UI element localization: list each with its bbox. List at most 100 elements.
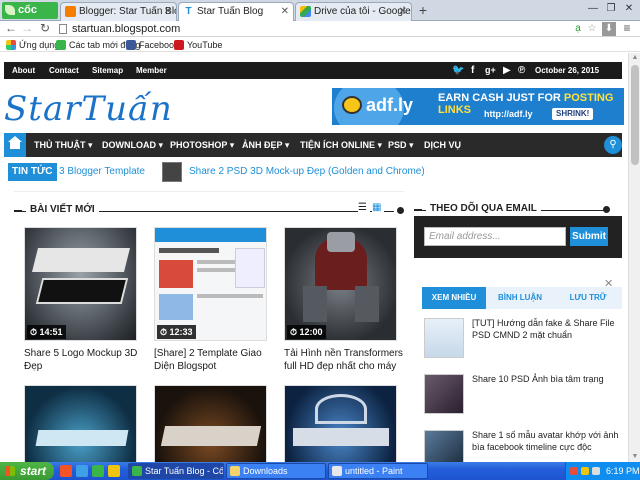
popular-post-title[interactable]: [TUT] Hướng dẫn fake & Share File PSD CM… [472,317,620,341]
grid-view-icon[interactable]: ▦ [372,203,384,213]
scrollbar-thumb[interactable] [631,65,639,165]
clock[interactable]: 6:19 PM [606,462,640,480]
post-thumbnail[interactable] [24,385,137,462]
menu-item-photoshop[interactable]: PHOTOSHOP ▾ [170,133,234,157]
pinterest-icon[interactable]: ℗ [518,62,525,79]
quick-launch-icon[interactable] [76,465,88,477]
post-thumbnail [424,318,464,358]
post-title[interactable]: Share 5 Logo Mockup 3D Đẹp [24,347,149,373]
post-thumbnail[interactable] [284,385,397,462]
menu-item-anh-dep[interactable]: ẢNH ĐẸP ▾ [242,133,289,157]
home-button[interactable] [4,133,26,157]
tray-icon[interactable] [570,467,578,475]
section-dot [603,206,610,213]
taskbar-item-paint[interactable]: untitled - Paint [328,463,428,479]
nav-contact[interactable]: Contact [49,62,79,79]
coccoc-brand-button[interactable]: cốc cốc [2,2,58,33]
submit-button[interactable]: Submit [570,227,608,246]
menu-item-download[interactable]: DOWNLOAD ▾ [102,133,163,157]
bookmark-facebook[interactable]: Facebook [126,39,179,51]
back-icon[interactable]: ← [4,22,18,36]
template-header [155,228,266,242]
template-line [197,294,263,298]
reload-icon[interactable]: ↻ [38,22,52,36]
section-dot [397,207,404,214]
maximize-icon[interactable]: ❐ [602,2,620,16]
popular-post-item[interactable]: Share 1 số mẫu avatar khớp với ảnh bìa f… [424,427,620,462]
download-icon[interactable]: ⬇ [602,22,616,36]
address-bar: ← → ↻ startuan.blogspot.com ạ ☆ ⬇ ≡ [0,21,640,37]
email-input[interactable]: Email address... [424,227,566,246]
page-viewport: About Contact Sitemap Member 🐦 f g+ ▶ ℗ … [0,53,628,462]
quick-launch-icon[interactable] [108,465,120,477]
quick-launch-icon[interactable] [92,465,104,477]
post-title[interactable]: Tải Hình nền Transformers full HD đẹp nh… [284,347,409,373]
close-tab-icon[interactable]: ✕ [281,3,289,20]
nav-member[interactable]: Member [136,62,167,79]
tray-icon[interactable] [581,467,589,475]
google-plus-icon[interactable]: g+ [485,62,496,79]
close-tab-icon[interactable]: ✕ [399,3,407,20]
ad-shrink-button[interactable]: SHRINK! [552,108,594,120]
bookmark-youtube[interactable]: YouTube [174,39,222,51]
coccoc-leaf-icon[interactable]: ạ [572,22,584,36]
close-tab-icon[interactable]: ✕ [164,3,172,20]
popular-post-title[interactable]: Share 10 PSD Ảnh bìa tâm trạng [472,373,620,385]
apps-icon [6,40,16,50]
ticker-item[interactable]: 3 Blogger Template [59,163,145,181]
site-logo[interactable]: StarTuấn [4,89,173,129]
quick-launch-icon[interactable] [60,465,72,477]
twitter-icon[interactable]: 🐦 [452,62,464,79]
popular-post-item[interactable]: [TUT] Hướng dẫn fake & Share File PSD CM… [424,315,620,361]
tray-icon[interactable] [592,467,600,475]
post-thumbnail[interactable]: ⏱ 12:00 [284,227,397,341]
popular-post-item[interactable]: Share 10 PSD Ảnh bìa tâm trạng [424,371,620,417]
coccoc-logo-icon [5,5,15,15]
blogger-icon [65,6,76,17]
post-thumbnail[interactable]: ⏱ 14:51 [24,227,137,341]
facebook-icon[interactable]: f [471,62,474,79]
ticker-tag: TIN TỨC [8,163,57,181]
ad-url: http://adf.ly [484,109,533,119]
logo-mockup-shape [35,430,129,446]
nav-about[interactable]: About [12,62,35,79]
adfly-banner[interactable]: adf.ly EARN CASH JUST FOR POSTING LINKS … [332,88,624,125]
scroll-down-icon[interactable]: ▼ [629,452,640,462]
taskbar-item-downloads[interactable]: Downloads [226,463,326,479]
bookmark-apps[interactable]: Ứng dụng [6,39,59,51]
template-line [159,248,219,253]
page-scrollbar[interactable]: ▲ ▼ [628,53,640,462]
minimize-icon[interactable]: — [584,2,602,16]
start-button[interactable]: start [0,462,54,480]
nav-sitemap[interactable]: Sitemap [92,62,123,79]
tab-blogger[interactable]: Blogger: Star Tuấn Blog - Tạo ✕ [60,2,177,21]
star-bookmark-icon[interactable]: ☆ [586,22,598,36]
tab-binh-luan[interactable]: BÌNH LUẬN [486,287,554,309]
taskbar-item-browser[interactable]: Star Tuấn Blog - Cốc ... [128,463,224,479]
scroll-up-icon[interactable]: ▲ [629,53,640,63]
menu-item-thu-thuat[interactable]: THỦ THUẬT ▾ [34,133,93,157]
url-input[interactable]: startuan.blogspot.com [58,22,598,36]
menu-icon[interactable]: ≡ [620,22,634,36]
youtube-icon[interactable]: ▶ [503,62,511,79]
ticker-item[interactable]: Share 2 PSD 3D Mock-up Đẹp (Golden and C… [189,163,425,181]
top-nav: About Contact Sitemap Member 🐦 f g+ ▶ ℗ … [4,62,622,92]
list-view-icon[interactable]: ☰ [358,203,370,213]
tab-google-drive[interactable]: Drive của tôi - Google Drive ✕ [295,2,412,21]
recent-tabs-icon [56,40,66,50]
menu-item-tien-ich-online[interactable]: TIỆN ÍCH ONLINE ▾ [300,133,382,157]
post-thumbnail[interactable] [154,385,267,462]
search-icon[interactable]: ⚲ [604,136,622,154]
sidebar-tabs: XEM NHIỀU BÌNH LUẬN LƯU TRỮ [422,287,622,309]
new-tab-button[interactable]: + [414,2,432,19]
post-title[interactable]: [Share] 2 Template Giao Diện Blogspot [154,347,279,373]
popular-post-title[interactable]: Share 1 số mẫu avatar khớp với ảnh bìa f… [472,429,620,453]
forward-icon[interactable]: → [20,22,34,36]
close-window-icon[interactable]: ✕ [620,2,638,16]
tab-xem-nhieu[interactable]: XEM NHIỀU [422,287,486,309]
menu-item-dich-vu[interactable]: DỊCH VỤ [424,133,461,157]
tab-star-tuan-blog[interactable]: T Star Tuấn Blog ✕ [178,2,294,21]
post-thumbnail[interactable]: ⏱ 12:33 [154,227,267,341]
menu-item-psd[interactable]: PSD ▾ [388,133,414,157]
tab-luu-tru[interactable]: LƯU TRỮ [554,287,622,309]
